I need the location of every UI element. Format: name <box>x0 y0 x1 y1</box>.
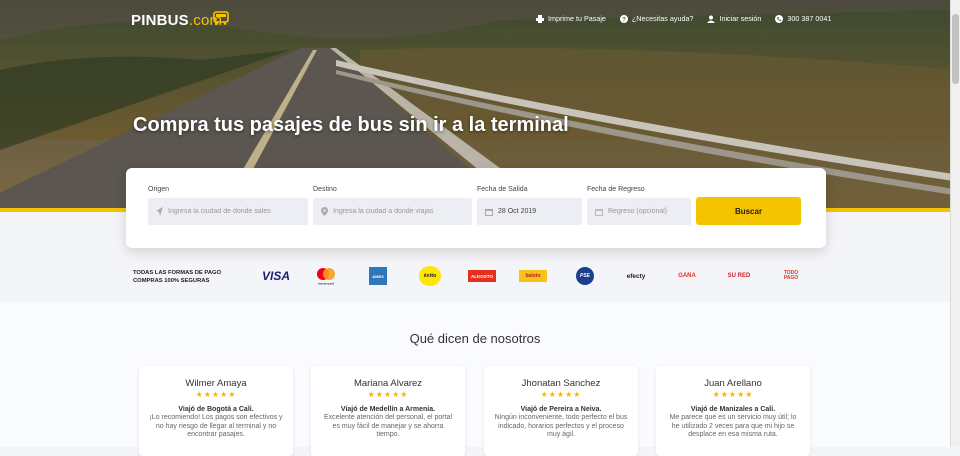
search-form: Origen Ingresa la ciudad de donde sales … <box>126 168 826 248</box>
destination-label: Destino <box>313 186 337 193</box>
map-pin-icon <box>321 207 328 216</box>
review-text: Excelente atención del personal, el port… <box>323 414 453 439</box>
review-text: Ningún inconveniente, todo perfecto el b… <box>494 414 628 439</box>
user-icon <box>707 15 716 23</box>
testimonial-card: Jhonatan Sanchez ★★★★★ Viajó de Pereira … <box>484 366 638 456</box>
calendar-icon <box>595 208 603 216</box>
departure-date-value: 28 Oct 2019 <box>498 208 537 215</box>
top-navigation: Imprime tu Pasaje ? ¿Necesitas ayuda? In… <box>536 14 831 23</box>
departure-date-input[interactable]: 28 Oct 2019 <box>477 198 582 225</box>
reviewer-name: Wilmer Amaya <box>185 378 247 389</box>
amex-logo: AMEX <box>369 267 387 285</box>
origin-label: Origen <box>148 186 170 193</box>
trip-route: Viajó de Bogotá a Cali. <box>178 406 254 413</box>
reviewer-name: Jhonatan Sanchez <box>521 378 601 389</box>
testimonial-card: Wilmer Amaya ★★★★★ Viajó de Bogotá a Cal… <box>139 366 293 456</box>
nav-label: Imprime tu Pasaje <box>548 14 606 23</box>
location-arrow-icon <box>156 207 163 216</box>
return-label: Fecha de Regreso <box>587 186 645 193</box>
testimonials-title: Qué dicen de nosotros <box>409 331 541 346</box>
gana-logo: GANA <box>678 273 696 279</box>
return-date-placeholder: Regreso (opcional) <box>608 208 668 215</box>
destination-placeholder: Ingresa la ciudad a donde viajas <box>333 208 434 215</box>
scrollbar-thumb[interactable] <box>952 14 959 84</box>
review-text: Me parece que es un servicio muy útil; l… <box>669 414 797 439</box>
printer-icon <box>536 14 544 23</box>
review-text: ¡Lo recomiendo! Los pagos son efectivos … <box>149 414 283 439</box>
bus-icon <box>213 11 229 25</box>
calendar-icon <box>485 208 493 216</box>
pinbus-logo[interactable]: PINBUS.com <box>131 12 222 29</box>
payment-label: TODAS LAS FORMAS DE PAGO COMPRAS 100% SE… <box>133 269 221 285</box>
destination-input[interactable]: Ingresa la ciudad a donde viajas <box>313 198 472 225</box>
nav-phone[interactable]: 300 387 0041 <box>775 14 831 23</box>
payment-label-line2: COMPRAS 100% SEGURAS <box>133 278 210 284</box>
nav-label: ¿Necesitas ayuda? <box>631 14 694 23</box>
payment-methods-bar: TODAS LAS FORMAS DE PAGO COMPRAS 100% SE… <box>0 260 950 302</box>
page-scrollbar[interactable] <box>950 0 960 447</box>
hero-headline: Compra tus pasajes de bus sin ir a la te… <box>133 114 569 136</box>
reviewer-name: Mariana Alvarez <box>353 378 423 389</box>
visa-logo: VISA <box>261 269 290 283</box>
logo-name: PINBUS <box>131 12 189 29</box>
nav-login[interactable]: Iniciar sesión <box>707 14 761 23</box>
nav-label: 300 387 0041 <box>787 14 832 23</box>
testimonial-card: Juan Arellano ★★★★★ Viajó de Manizales a… <box>656 366 810 456</box>
mastercard-logo: mastercard <box>313 266 339 286</box>
phone-icon <box>775 14 784 23</box>
trip-route: Viajó de Manizales a Cali. <box>690 406 776 413</box>
reviewer-name: Juan Arellano <box>704 378 762 389</box>
origin-placeholder: Ingresa la ciudad de donde sales <box>168 208 271 215</box>
search-button[interactable]: Buscar <box>696 197 801 225</box>
baloto-logo: baloto <box>519 270 547 282</box>
rating-stars: ★★★★★ <box>367 390 409 399</box>
testimonial-card: Mariana Alvarez ★★★★★ Viajó de Medellín … <box>311 366 465 456</box>
todopago-logo: TODO PAGO <box>783 270 799 281</box>
trip-route: Viajó de Medellín a Armenia. <box>340 406 436 413</box>
svg-text:?: ? <box>622 17 626 23</box>
nav-label: Iniciar sesión <box>719 14 762 23</box>
departure-label: Fecha de Salida <box>477 186 528 193</box>
rating-stars: ★★★★★ <box>195 390 237 399</box>
alkosto-logo: ALKOSTO <box>468 270 496 282</box>
origin-input[interactable]: Ingresa la ciudad de donde sales <box>148 198 308 225</box>
efecty-logo: efecty <box>626 272 646 280</box>
nav-print-ticket[interactable]: Imprime tu Pasaje <box>536 14 606 23</box>
payment-label-line1: TODAS LAS FORMAS DE PAGO <box>133 270 222 276</box>
help-icon: ? <box>619 14 628 23</box>
svg-text:mastercard: mastercard <box>318 282 334 286</box>
trip-route: Viajó de Pereira a Neiva. <box>520 406 602 413</box>
rating-stars: ★★★★★ <box>540 390 582 399</box>
testimonials-section: Qué dicen de nosotros Wilmer Amaya ★★★★★… <box>0 302 950 456</box>
sured-logo: SU RED <box>727 273 751 279</box>
exito-logo: éxito <box>419 266 441 286</box>
nav-help[interactable]: ? ¿Necesitas ayuda? <box>619 14 694 23</box>
rating-stars: ★★★★★ <box>712 390 754 399</box>
pse-logo: PSE <box>576 267 594 285</box>
return-date-input[interactable]: Regreso (opcional) <box>587 198 691 225</box>
